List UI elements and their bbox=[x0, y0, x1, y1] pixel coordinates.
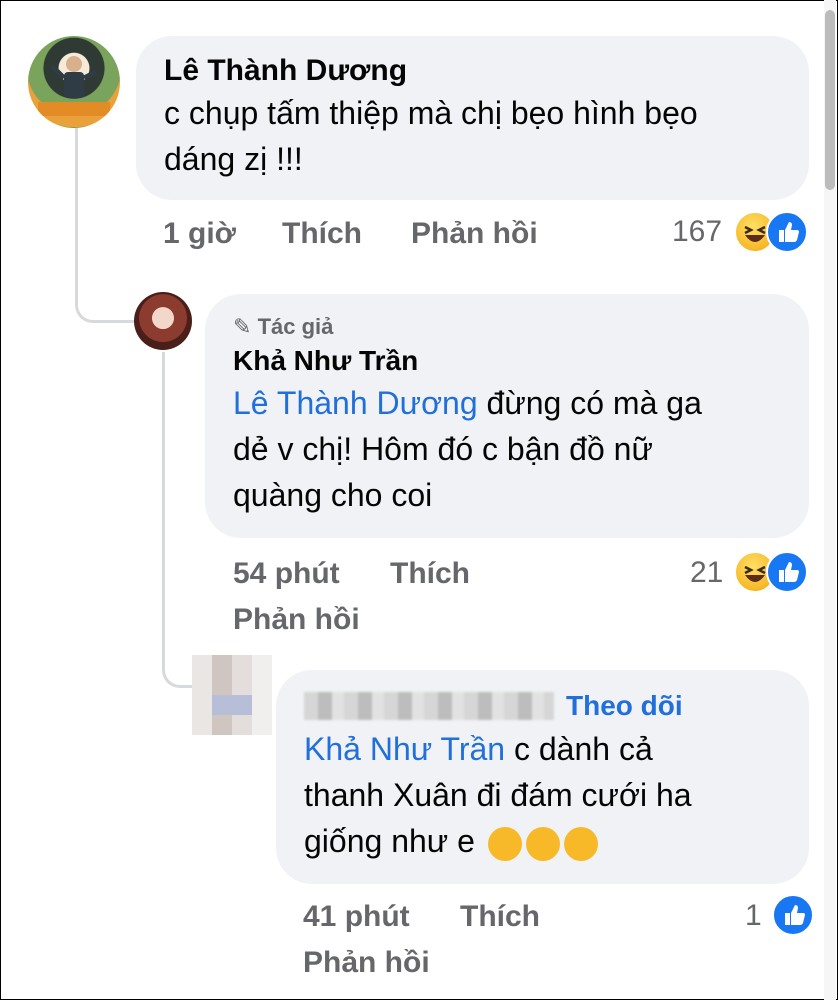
thread-connector bbox=[75, 270, 136, 323]
comment-text-line: giống như e bbox=[304, 823, 475, 859]
comment-text-line: dẻ v chị! Hôm đó c bận đồ nữ bbox=[233, 431, 653, 467]
reaction-count[interactable]: 167 bbox=[672, 215, 722, 249]
reply-button[interactable]: Phản hồi bbox=[233, 603, 360, 637]
like-icon bbox=[766, 211, 808, 253]
person-figure-icon bbox=[38, 56, 110, 116]
comment-bubble: Theo dõi Khả Như Trần c dành cả thanh Xu… bbox=[276, 670, 809, 884]
reaction-count[interactable]: 1 bbox=[745, 899, 762, 933]
comment-bubble: Lê Thành Dương c chụp tấm thiệp mà chị b… bbox=[136, 36, 809, 200]
mention-link[interactable]: Khả Như Trần bbox=[304, 731, 505, 767]
comment-text-line: dáng zị !!! bbox=[164, 141, 303, 177]
thread-connector bbox=[162, 630, 195, 688]
comment-text-line: c dành cả bbox=[505, 731, 653, 767]
reaction-summary[interactable] bbox=[734, 551, 808, 593]
like-button[interactable]: Thích bbox=[460, 900, 540, 934]
comment-header: Theo dõi bbox=[304, 686, 781, 726]
scrollbar-thumb[interactable] bbox=[825, 10, 835, 190]
author-badge: ✎ Tác giả bbox=[233, 312, 781, 342]
comment-time[interactable]: 54 phút bbox=[233, 557, 340, 591]
follow-button[interactable]: Theo dõi bbox=[566, 690, 683, 722]
thread-line bbox=[162, 352, 165, 640]
comment-text-line: quàng cho coi bbox=[233, 477, 433, 513]
comment-author[interactable]: Khả Như Trần bbox=[233, 342, 781, 380]
reaction-summary[interactable] bbox=[734, 211, 808, 253]
like-icon bbox=[772, 894, 814, 936]
comment-time[interactable]: 41 phút bbox=[303, 900, 410, 934]
rolling-laugh-emoji bbox=[525, 826, 560, 861]
comment-author[interactable]: Lê Thành Dương bbox=[164, 52, 781, 90]
comment-time[interactable]: 1 giờ bbox=[163, 217, 236, 251]
comment-text-line: đừng có mà ga bbox=[477, 385, 702, 421]
rolling-laugh-emoji bbox=[563, 826, 598, 861]
thread-line bbox=[75, 128, 78, 293]
avatar[interactable] bbox=[28, 36, 120, 128]
reply-button[interactable]: Phản hồi bbox=[411, 217, 538, 251]
avatar[interactable] bbox=[134, 292, 192, 350]
mention-link[interactable]: Lê Thành Dương bbox=[233, 385, 478, 421]
comment-text: Lê Thành Dương đừng có mà ga dẻ v chị! H… bbox=[233, 380, 781, 518]
comment-bubble: ✎ Tác giả Khả Như Trần Lê Thành Dương đừ… bbox=[205, 294, 809, 538]
comment-text-line: c chụp tấm thiệp mà chị bẹo hình bẹo bbox=[164, 95, 698, 131]
like-button[interactable]: Thích bbox=[282, 217, 362, 251]
reply-button[interactable]: Phản hồi bbox=[303, 946, 430, 980]
avatar-blurred[interactable] bbox=[192, 655, 272, 735]
comment-text-line: thanh Xuân đi đám cưới ha bbox=[304, 777, 692, 813]
reaction-count[interactable]: 21 bbox=[690, 556, 723, 590]
reaction-summary[interactable] bbox=[772, 894, 814, 936]
blurred-author-name bbox=[304, 692, 554, 720]
pencil-icon: ✎ bbox=[233, 314, 252, 339]
comment-text: c chụp tấm thiệp mà chị bẹo hình bẹo dán… bbox=[164, 90, 781, 182]
author-badge-label: Tác giả bbox=[257, 314, 334, 339]
like-button[interactable]: Thích bbox=[390, 557, 470, 591]
like-icon bbox=[766, 551, 808, 593]
rolling-laugh-emoji bbox=[487, 826, 522, 861]
comment-text: Khả Như Trần c dành cả thanh Xuân đi đám… bbox=[304, 726, 781, 864]
pixelated-avatar-block bbox=[212, 695, 252, 715]
